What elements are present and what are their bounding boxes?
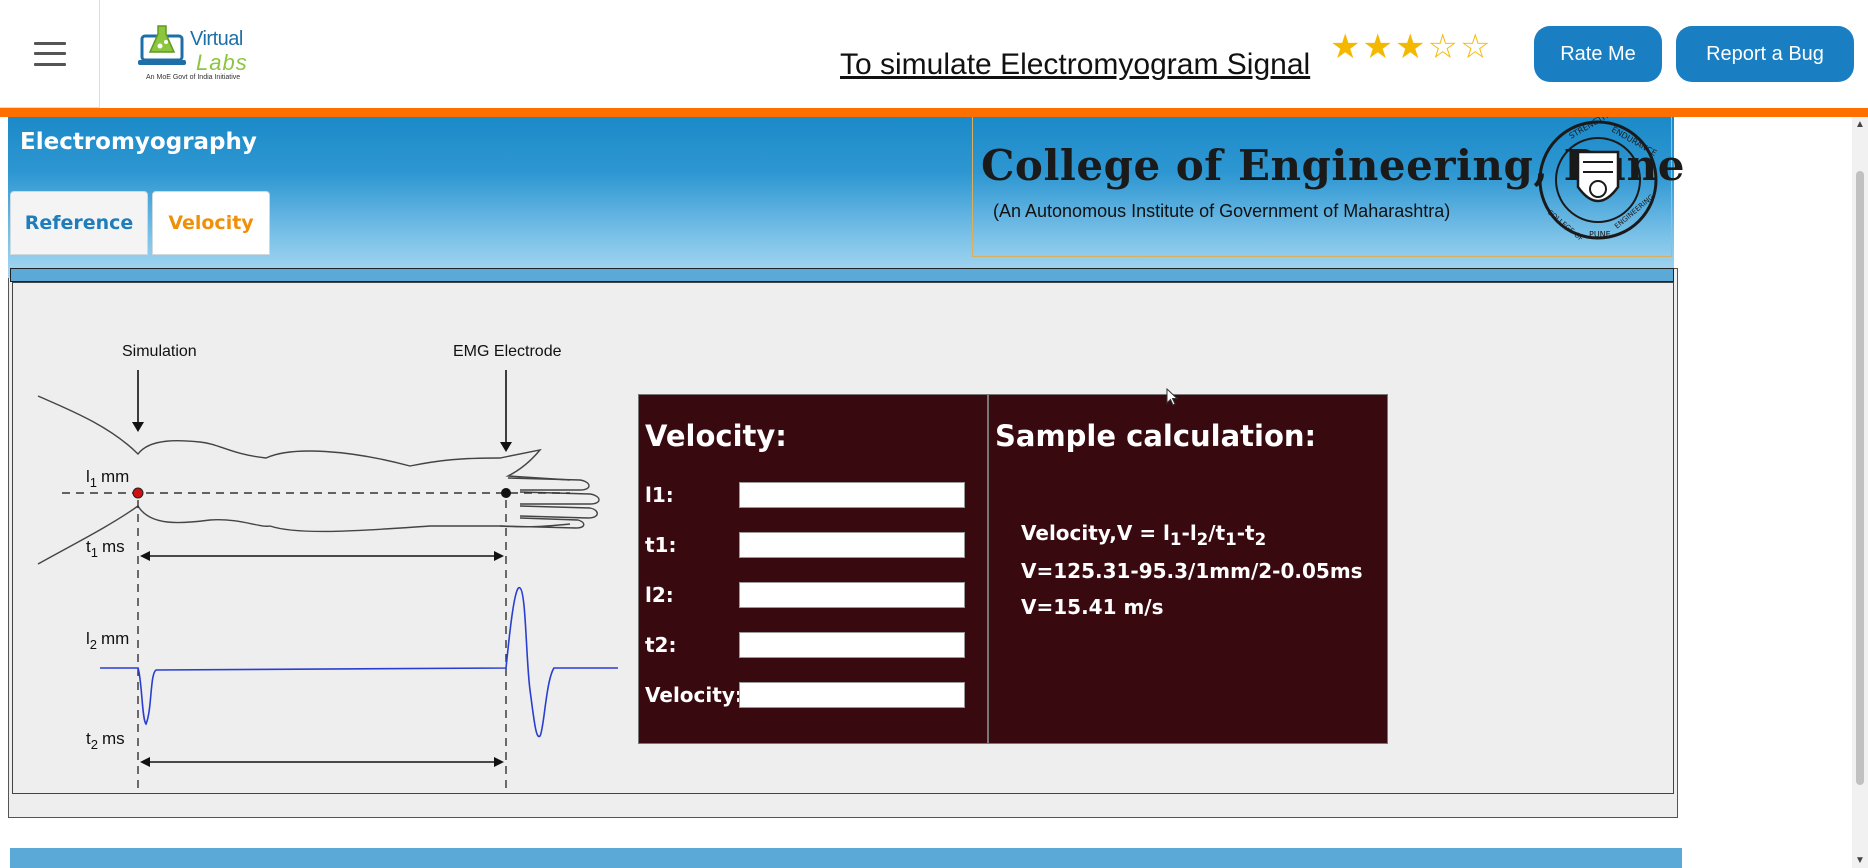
- sample-calc-result: V=15.41 m/s: [1021, 595, 1164, 619]
- college-banner: College of Engineering, Pune (An Autonom…: [972, 117, 1684, 257]
- tab-velocity[interactable]: Velocity: [152, 191, 270, 255]
- l2-row: l2:: [645, 581, 965, 609]
- star-filled-icon[interactable]: ★: [1330, 30, 1360, 64]
- mouse-cursor-icon: [1166, 388, 1179, 406]
- l1-row: l1:: [645, 481, 965, 509]
- college-subtitle: (An Autonomous Institute of Government o…: [993, 201, 1451, 221]
- velocity-label: Velocity:: [645, 683, 743, 707]
- flask-laptop-icon: [138, 25, 186, 65]
- velocity-row: Velocity:: [645, 681, 965, 709]
- seal-word-college: COLLEGE OF: [1546, 208, 1585, 243]
- emg-diagram: Simulation EMG Electrode l1 mm t1 ms l2 mm …: [37, 343, 618, 790]
- label-t2: t2 ms: [86, 729, 125, 752]
- scroll-down-icon[interactable]: ▼: [1855, 855, 1865, 866]
- accent-divider: [0, 108, 1868, 117]
- l1-input[interactable]: [739, 482, 965, 508]
- stimulation-point-marker: [132, 487, 144, 499]
- hamburger-icon: [33, 41, 66, 66]
- seal-word-strength: STRENGTH: [1568, 117, 1610, 141]
- label-emg-electrode: EMG Electrode: [453, 343, 562, 360]
- label-l2: l2 mm: [86, 629, 129, 652]
- l2-input[interactable]: [739, 582, 965, 608]
- sample-calc-heading: Sample calculation:: [995, 419, 1317, 453]
- header-bottom-strip: [10, 268, 1674, 282]
- report-bug-button[interactable]: Report a Bug: [1676, 26, 1854, 82]
- scrollbar-thumb[interactable]: [1856, 171, 1864, 785]
- top-navbar: Virtual Labs An MoE Govt of India Initia…: [0, 0, 1868, 108]
- rate-me-button[interactable]: Rate Me: [1534, 26, 1662, 82]
- t2-label: t2:: [645, 633, 677, 657]
- logo-word-virtual: Virtual: [190, 28, 243, 50]
- star-empty-icon[interactable]: ☆: [1460, 30, 1490, 64]
- emg-signal-trace: [100, 587, 618, 738]
- velocity-form-panel: Velocity: l1: t1: l2: t2: Velocity:: [638, 394, 988, 744]
- page-title: To simulate Electromyogram Signal: [840, 48, 1311, 81]
- experiment-title: Electromyography: [20, 129, 257, 155]
- logo-word-labs: Labs: [196, 50, 248, 75]
- t1-label: t1:: [645, 533, 677, 557]
- page-scrollbar[interactable]: ▲ ▼: [1852, 117, 1868, 868]
- label-simulation: Simulation: [122, 343, 197, 360]
- star-filled-icon[interactable]: ★: [1362, 30, 1392, 64]
- logo-tagline: An MoE Govt of India Initiative: [146, 74, 241, 81]
- sample-calculation-panel: Sample calculation: Velocity,V = l1-l2/t…: [988, 394, 1388, 744]
- star-filled-icon[interactable]: ★: [1395, 30, 1425, 64]
- scroll-up-icon[interactable]: ▲: [1855, 119, 1865, 130]
- star-rating[interactable]: ★ ★ ★ ☆ ☆: [1330, 30, 1490, 64]
- virtual-labs-logo[interactable]: Virtual Labs An MoE Govt of India Initia…: [138, 22, 250, 84]
- electrode-point-marker: [501, 488, 511, 498]
- label-t1: t1 ms: [86, 537, 125, 560]
- l1-label: l1:: [645, 483, 674, 507]
- seal-word-pune: PUNE: [1589, 230, 1611, 239]
- velocity-formula: Velocity,V = l1-l2/t1-t2: [1021, 521, 1267, 549]
- college-seal-icon: STRENGTH ENDURANCE COLLEGE OF ENGINEERIN…: [1538, 117, 1658, 243]
- t2-row: t2:: [645, 631, 965, 659]
- t1-input[interactable]: [739, 532, 965, 558]
- t1-row: t1:: [645, 531, 965, 559]
- velocity-input[interactable]: [739, 682, 965, 708]
- footer-strip: [10, 848, 1682, 868]
- sample-calc-line-2: V=125.31-95.3/1mm/2-0.05ms: [1021, 559, 1363, 583]
- velocity-heading: Velocity:: [645, 419, 787, 453]
- label-l1: l1 mm: [86, 467, 129, 490]
- experiment-header: Electromyography Reference Velocity Coll…: [8, 117, 1684, 278]
- l2-label: l2:: [645, 583, 674, 607]
- t2-input[interactable]: [739, 632, 965, 658]
- menu-button[interactable]: [0, 0, 100, 108]
- tab-reference[interactable]: Reference: [10, 191, 148, 255]
- star-empty-icon[interactable]: ☆: [1427, 30, 1457, 64]
